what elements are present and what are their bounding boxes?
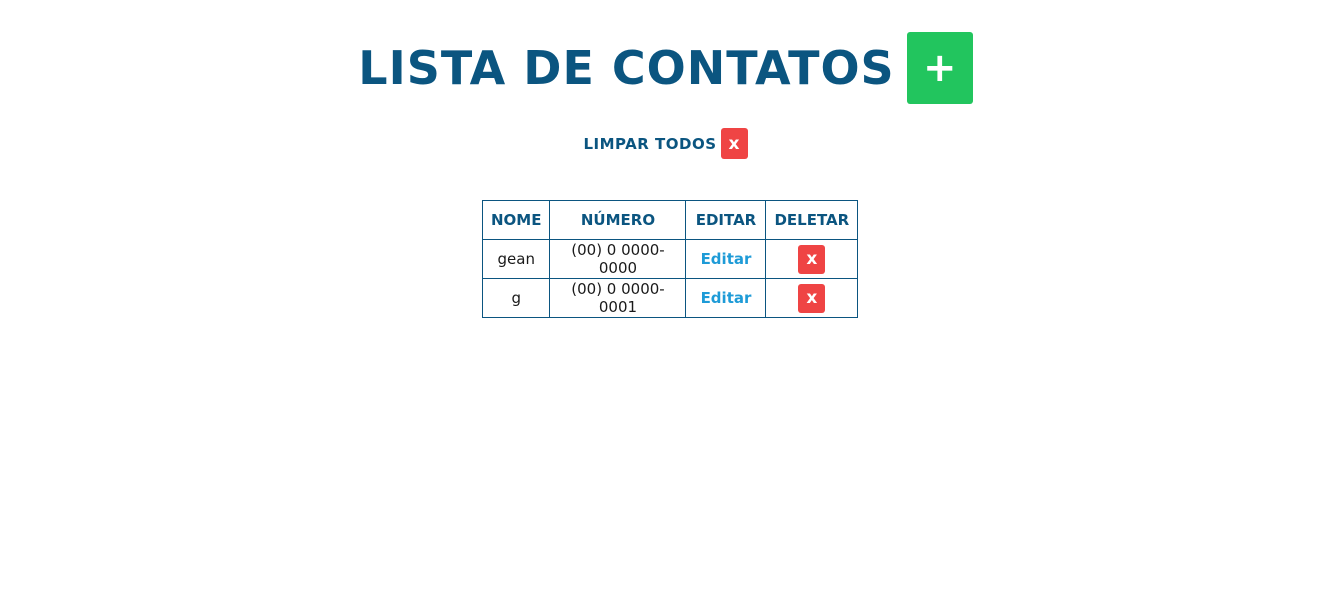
contact-number: (00) 0 0000-0000 — [549, 239, 687, 279]
table-header-row: NOME NÚMERO EDITAR DELETAR — [481, 200, 859, 240]
delete-contact-button[interactable]: x — [798, 283, 826, 313]
contacts-table: NOME NÚMERO EDITAR DELETAR gean (00) 0 0… — [481, 200, 859, 318]
table-row: g (00) 0 0000-0001 Editar x — [481, 278, 859, 318]
page-title: LISTA DE CONTATOS — [358, 41, 895, 95]
column-header-deletar: DELETAR — [765, 200, 859, 240]
edit-contact-link[interactable]: Editar — [701, 250, 752, 268]
table-row: gean (00) 0 0000-0000 Editar x — [481, 239, 859, 279]
clear-all-button[interactable]: x — [720, 128, 748, 159]
header: LISTA DE CONTATOS + — [0, 32, 1331, 104]
add-contact-button[interactable]: + — [906, 32, 973, 104]
edit-contact-link[interactable]: Editar — [701, 289, 752, 307]
column-header-numero: NÚMERO — [549, 200, 687, 240]
delete-cell: x — [765, 278, 859, 318]
edit-cell: Editar — [685, 239, 767, 279]
clear-all-row: LIMPAR TODOS x — [0, 128, 1331, 159]
delete-contact-button[interactable]: x — [798, 244, 826, 274]
delete-cell: x — [765, 239, 859, 279]
clear-all-label: LIMPAR TODOS — [583, 134, 717, 153]
page: LISTA DE CONTATOS + LIMPAR TODOS x NOME … — [0, 0, 1331, 610]
column-header-editar: EDITAR — [685, 200, 767, 240]
contact-number: (00) 0 0000-0001 — [549, 278, 687, 318]
column-header-nome: NOME — [481, 200, 551, 240]
contact-name: gean — [481, 239, 551, 279]
edit-cell: Editar — [685, 278, 767, 318]
contact-name: g — [481, 278, 551, 318]
